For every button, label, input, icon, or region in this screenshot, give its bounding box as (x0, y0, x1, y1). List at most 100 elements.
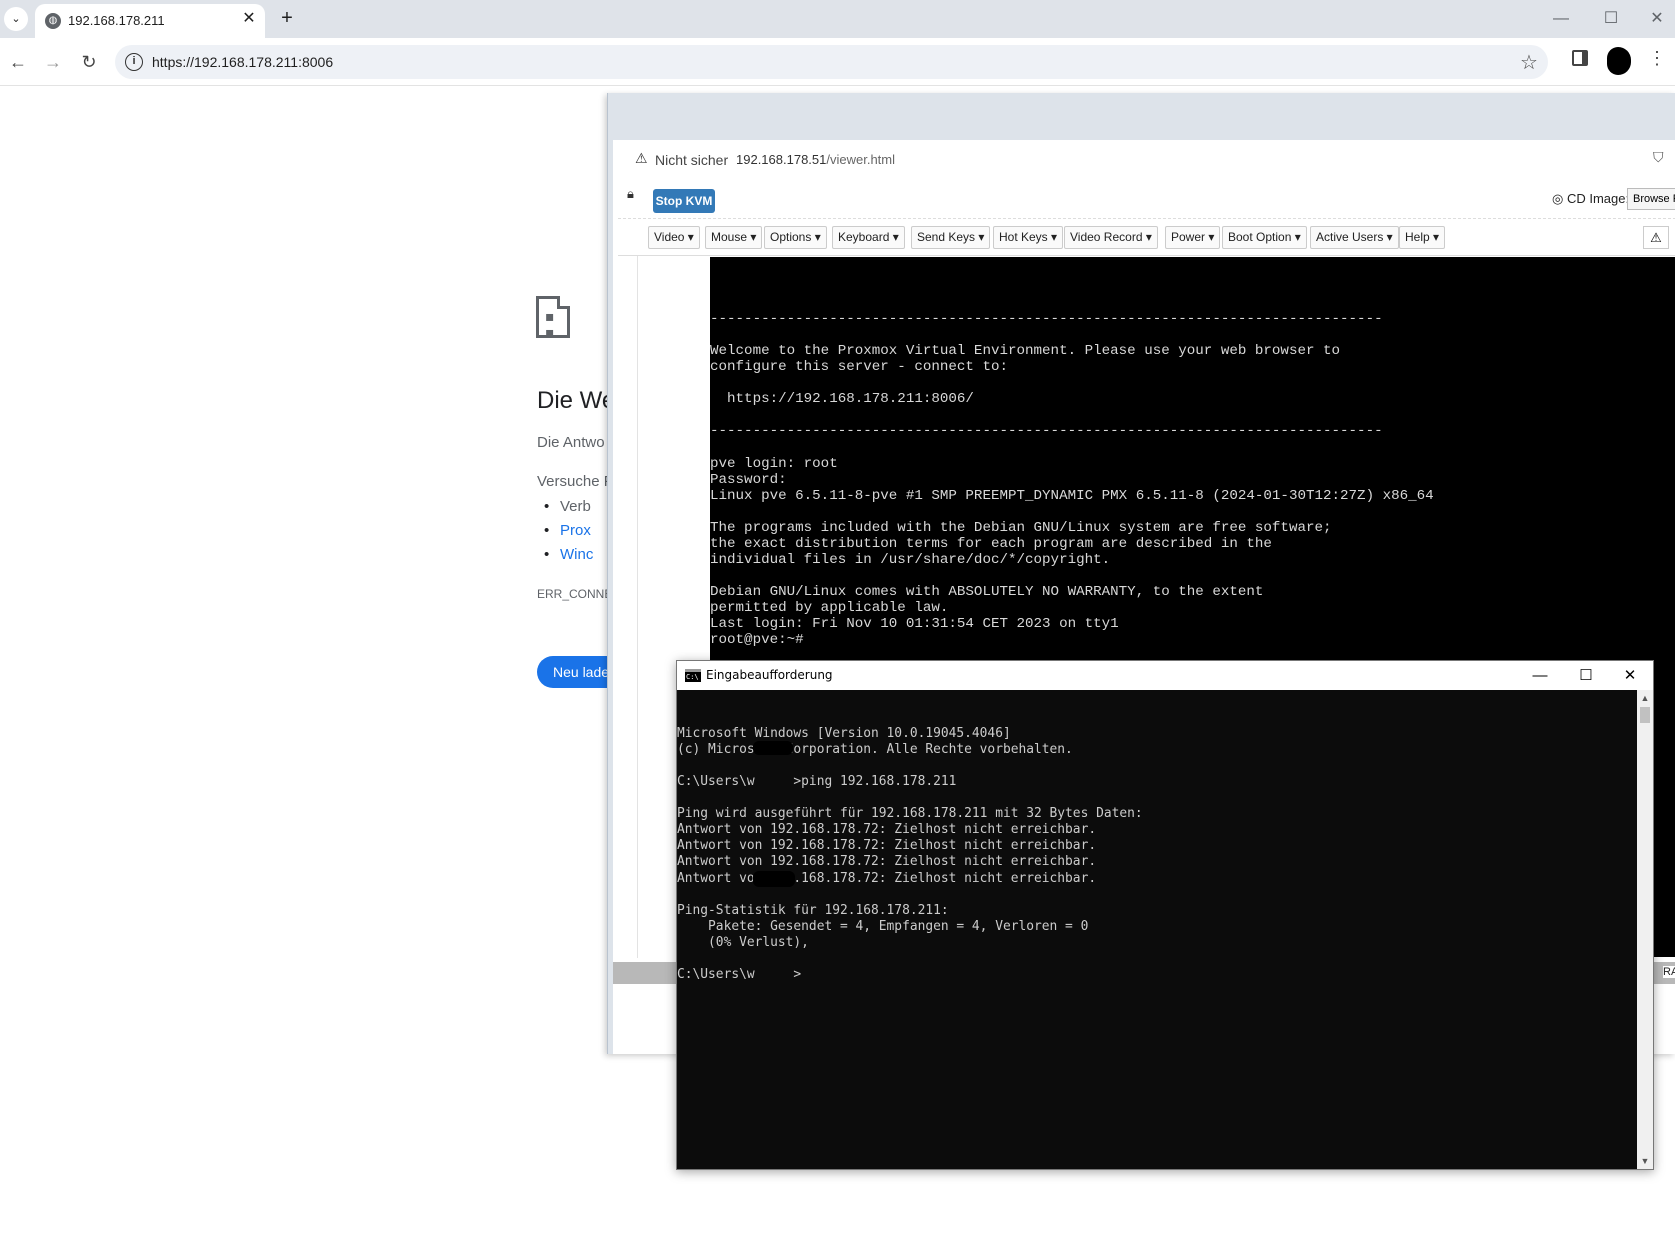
forward-arrow-icon[interactable]: → (39, 48, 67, 76)
console-line: the exact distribution terms for each pr… (710, 535, 1272, 552)
cmd-line: Ping wird ausgeführt für 192.168.178.211… (677, 806, 1143, 822)
console-line: Last login: Fri Nov 10 01:31:54 CET 2023… (710, 615, 1119, 632)
kvm-side-divider (637, 256, 638, 958)
error-suggestion-link[interactable]: Prox (544, 522, 591, 539)
console-line: pve login: root (710, 455, 838, 472)
cmd-maximize-icon[interactable]: ☐ (1563, 661, 1609, 690)
menu-power[interactable]: Power ▾ (1165, 226, 1221, 249)
cd-image-text: CD Image: (1566, 191, 1630, 206)
chrome-tab-strip: ⌄ ◍ 192.168.178.211 ✕ + — ☐ ✕ (0, 0, 1675, 38)
cmd-output[interactable]: Microsoft Windows [Version 10.0.19045.40… (677, 694, 1143, 1015)
disc-icon: ◎ (1552, 191, 1567, 206)
cmd-title-bar[interactable]: C:\ Eingabeaufforderung — ☐ ✕ (677, 661, 1653, 690)
console-line: configure this server - connect to: (710, 359, 1008, 376)
cmd-minimize-icon[interactable]: — (1517, 661, 1563, 690)
browse-file-button[interactable]: Browse Fi (1627, 188, 1675, 210)
scrollbar-thumb[interactable] (1640, 707, 1650, 723)
console-line: permitted by applicable law. (710, 599, 949, 616)
scroll-down-arrow-icon[interactable]: ▼ (1637, 1153, 1653, 1169)
tab-close-icon[interactable]: ✕ (239, 9, 259, 29)
menu-keyboard[interactable]: Keyboard ▾ (832, 226, 905, 249)
menu-video[interactable]: Video ▾ (648, 226, 700, 249)
chrome-toolbar: ← → ↻ i https://192.168.178.211:8006 ☆ (0, 38, 1675, 86)
menu-hot-keys[interactable]: Hot Keys ▾ (993, 226, 1064, 249)
minimize-icon[interactable]: — (1538, 6, 1584, 32)
menu-mouse[interactable]: Mouse ▾ (705, 226, 763, 249)
back-arrow-icon[interactable]: ← (4, 48, 32, 76)
new-tab-button[interactable]: + (275, 7, 299, 31)
cmd-line: C:\Users\w > (677, 966, 802, 982)
cmd-line: (c) Microsoft Corporation. Alle Rechte v… (677, 742, 1073, 758)
scroll-up-arrow-icon[interactable]: ▲ (1637, 690, 1653, 706)
cmd-line: (0% Verlust), (677, 934, 809, 950)
cmd-line: Ping-Statistik für 192.168.178.211: (677, 902, 949, 918)
command-prompt-window: C:\ Eingabeaufforderung — ☐ ✕ Microsoft … (676, 660, 1654, 1170)
stop-kvm-button[interactable]: Stop KVM (653, 189, 715, 213)
tab-search-chevron-icon[interactable]: ⌄ (4, 7, 28, 31)
cmd-window-title: Eingabeaufforderung (706, 668, 833, 682)
kvm-url-host: 192.168.178.51 (736, 152, 827, 167)
bookmark-star-icon[interactable]: ☆ (1520, 50, 1538, 75)
redaction-mark (753, 871, 795, 887)
address-bar-url[interactable]: https://192.168.178.211:8006 (152, 54, 333, 70)
shield-check-icon[interactable]: ⛉ (1653, 149, 1664, 166)
error-suggestion-link[interactable]: Winc (544, 546, 594, 563)
side-panel-icon[interactable] (1572, 50, 1588, 66)
cmd-line (677, 758, 1143, 774)
menu-active-users[interactable]: Active Users ▾ (1310, 226, 1399, 249)
cmd-scrollbar[interactable]: ▲ ▼ (1637, 690, 1653, 1169)
cd-image-label: ◎ CD Image: (1552, 191, 1629, 207)
address-bar[interactable]: i https://192.168.178.211:8006 ☆ (115, 45, 1548, 79)
reload-icon[interactable]: ↻ (75, 48, 103, 76)
error-suggestions-heading: Versuche F (537, 473, 613, 490)
alert-icon[interactable]: ⚠ (1643, 226, 1669, 249)
site-info-icon[interactable]: i (125, 53, 143, 71)
browser-tab[interactable]: ◍ 192.168.178.211 ✕ (35, 4, 265, 38)
cmd-line (677, 790, 1143, 806)
cmd-line (677, 887, 1143, 903)
kvm-console-output: ----------------------------------------… (710, 279, 1434, 680)
cmd-line: Microsoft Windows [Version 10.0.19045.40… (677, 726, 1011, 742)
maximize-icon[interactable]: ☐ (1588, 6, 1634, 32)
console-line: Welcome to the Proxmox Virtual Environme… (710, 343, 1341, 360)
kvm-address-bar[interactable]: ⚠ Nicht sicher 192.168.178.51/viewer.htm… (613, 140, 1675, 178)
profile-avatar[interactable] (1607, 47, 1631, 75)
menu-boot-option[interactable]: Boot Option ▾ (1222, 226, 1307, 249)
console-line: Debian GNU/Linux comes with ABSOLUTELY N… (710, 583, 1264, 600)
error-description: Die Antwo (537, 434, 605, 451)
redaction-mark (753, 741, 793, 755)
tab-title: 192.168.178.211 (68, 13, 165, 28)
error-suggestion-item: Verb (544, 498, 591, 515)
cmd-close-icon[interactable]: ✕ (1607, 661, 1653, 690)
console-line: ----------------------------------------… (710, 311, 1383, 328)
console-line: Password: (710, 471, 787, 488)
kvm-menu-bar: Video ▾ Mouse ▾ Options ▾ Keyboard ▾ Sen… (618, 218, 1675, 256)
kvm-url[interactable]: 192.168.178.51/viewer.html (736, 152, 895, 167)
console-line: Linux pve 6.5.11-8-pve #1 SMP PREEMPT_DY… (710, 487, 1434, 504)
warning-triangle-icon: ⚠ (635, 150, 648, 166)
chrome-menu-icon[interactable]: ⋮ (1648, 48, 1666, 69)
console-line: The programs included with the Debian GN… (710, 519, 1332, 536)
menu-send-keys[interactable]: Send Keys ▾ (911, 226, 991, 249)
menu-video-record[interactable]: Video Record ▾ (1064, 226, 1158, 249)
ralt-key-indicator[interactable]: RALT (1663, 966, 1675, 978)
not-secure-label: Nicht sicher (655, 152, 729, 168)
cmd-line: Antwort von 192.168.178.72: Zielhost nic… (677, 854, 1097, 870)
lock-icon[interactable]: 🔒︎ (627, 186, 634, 202)
console-line: ----------------------------------------… (710, 423, 1383, 440)
console-line: individual files in /usr/share/doc/*/cop… (710, 551, 1111, 568)
menu-help[interactable]: Help ▾ (1399, 226, 1446, 249)
console-line: root@pve:~# (710, 632, 804, 649)
close-window-icon[interactable]: ✕ (1634, 6, 1675, 32)
error-title: Die We (537, 387, 616, 414)
menu-options[interactable]: Options ▾ (764, 226, 827, 249)
cmd-line: Antwort von 192.168.178.72: Zielhost nic… (677, 838, 1097, 854)
cmd-line: C:\Users\w >ping 192.168.178.211 (677, 774, 957, 790)
cmd-line: Antwort von 192.168.178.72: Zielhost nic… (677, 822, 1097, 838)
